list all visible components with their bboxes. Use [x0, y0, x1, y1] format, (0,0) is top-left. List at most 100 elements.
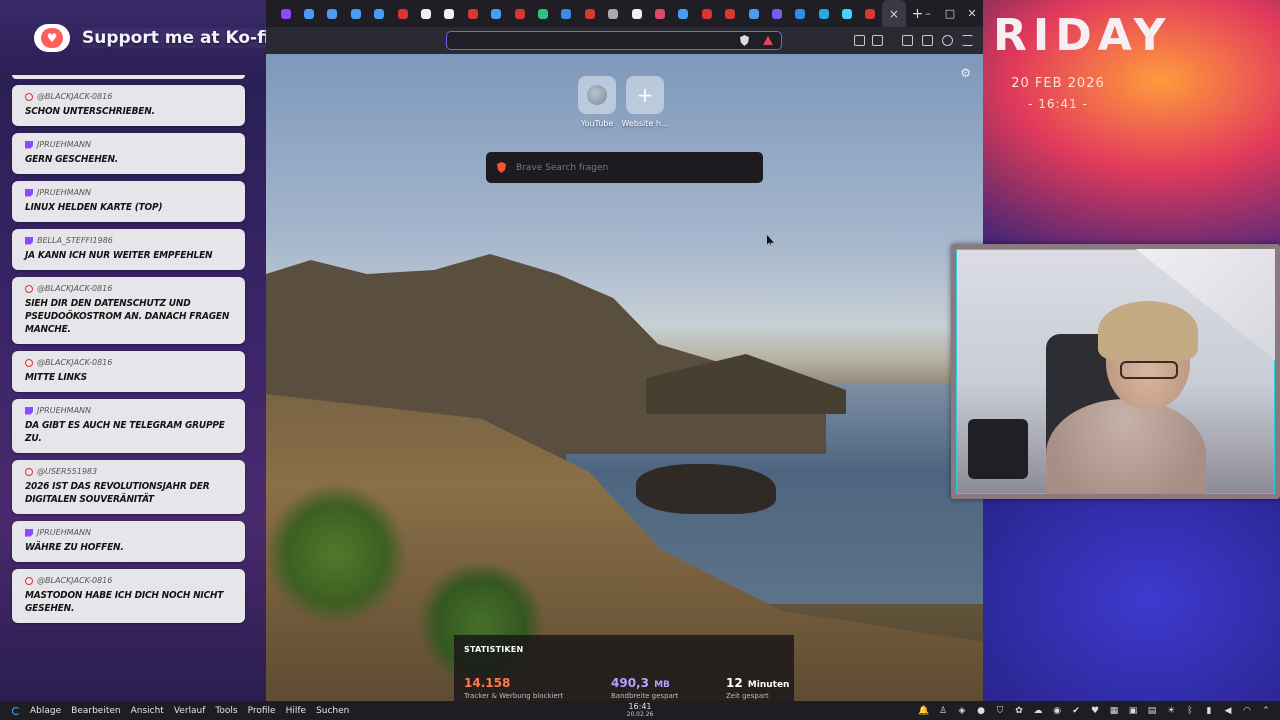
tab-list: ×	[274, 0, 906, 27]
brave-logo-icon	[497, 162, 506, 173]
browser-tab[interactable]	[718, 0, 741, 27]
chat-message-text: Sieh dir den Datenschutz und Pseudoökost…	[25, 298, 230, 335]
maximize-button[interactable]: □	[939, 0, 961, 27]
volume-icon[interactable]: ◀	[1222, 705, 1234, 717]
background-rocks	[636, 464, 776, 514]
minimize-all-icon[interactable]: ⌃	[1260, 705, 1272, 717]
chat-username: @BlackJack-0816	[25, 284, 235, 293]
taskbar: Ablage Bearbeiten Ansicht Verlauf Tools Profi…	[0, 701, 1280, 720]
record-icon[interactable]: ●	[975, 705, 987, 717]
app-icon[interactable]: ◉	[1051, 705, 1063, 717]
address-bar[interactable]	[446, 31, 782, 50]
p-icon	[771, 8, 782, 19]
cloud-icon[interactable]: ☁	[1032, 705, 1044, 717]
bookmark-icon[interactable]	[872, 35, 883, 46]
taskbar-clock[interactable]: 16:41 20.02.26	[620, 702, 660, 718]
browser-tab[interactable]	[742, 0, 765, 27]
gear-icon[interactable]: ⚙	[960, 66, 971, 80]
app-launcher-icon[interactable]	[7, 701, 25, 720]
browser-tab[interactable]	[531, 0, 554, 27]
browser-tab[interactable]	[344, 0, 367, 27]
bell-icon[interactable]: 🔔	[918, 705, 930, 717]
stat-value: 490,3	[611, 676, 649, 690]
sidebar-icon[interactable]	[902, 35, 913, 46]
clock-time: 16:41	[628, 702, 652, 711]
menu-item[interactable]: Hilfe	[281, 706, 311, 716]
mastodon-icon	[725, 8, 736, 19]
day-title: RIDAY	[993, 10, 1172, 61]
box-icon[interactable]: ▣	[1127, 705, 1139, 717]
close-window-button[interactable]: ✕	[961, 0, 983, 27]
chat-username: @BlackJack-0816	[25, 576, 235, 585]
extensions-icon[interactable]	[854, 35, 865, 46]
browser-tab[interactable]	[648, 0, 671, 27]
browser-tab[interactable]	[695, 0, 718, 27]
menu-item[interactable]: Ansicht	[126, 706, 169, 716]
search-box[interactable]: Brave Search fragen	[486, 152, 763, 183]
chat-username: jpruehmann	[25, 140, 235, 149]
wallet-icon[interactable]	[922, 35, 933, 46]
menu-item[interactable]: Verlauf	[169, 706, 211, 716]
network-icon[interactable]: ◈	[956, 705, 968, 717]
browser-tab[interactable]	[485, 0, 508, 27]
browser-tab[interactable]	[297, 0, 320, 27]
browser-tab[interactable]	[672, 0, 695, 27]
browser-tab[interactable]	[555, 0, 578, 27]
wifi-icon[interactable]: ◠	[1241, 705, 1253, 717]
time-label: - 16:41 -	[1028, 97, 1088, 111]
stat-unit: MB	[654, 680, 670, 690]
leo-ai-icon[interactable]	[942, 35, 953, 46]
menu-item[interactable]: Profile	[243, 706, 281, 716]
heart-icon: ♥	[41, 28, 63, 48]
browser-tab[interactable]	[859, 0, 882, 27]
top-site-add-website[interactable]: + Website h...	[621, 76, 669, 128]
chat-message-text: Währe zu hoffen.	[25, 542, 124, 553]
leaf-icon[interactable]: ✿	[1013, 705, 1025, 717]
stat-trackers: 14.158 Tracker & Werbung blockiert	[464, 672, 563, 700]
grid-icon[interactable]: ▦	[1108, 705, 1120, 717]
browser-tab[interactable]	[508, 0, 531, 27]
browser-window: × + – □ ✕ ⚙ YouTube + Website h... Brave…	[266, 0, 983, 701]
tab-close-icon[interactable]: ×	[889, 7, 899, 21]
browser-tab[interactable]	[368, 0, 391, 27]
battery-icon[interactable]: ▮	[1203, 705, 1215, 717]
browser-tab[interactable]	[578, 0, 601, 27]
heart-icon[interactable]: ♥	[1089, 705, 1101, 717]
top-site-youtube[interactable]: YouTube	[578, 76, 616, 128]
window-controls: – □ ✕	[917, 0, 983, 27]
chat-message-text: Mastodon habe ich dich noch nicht gesehe…	[25, 590, 224, 614]
browser-tab[interactable]	[391, 0, 414, 27]
browser-tab[interactable]	[812, 0, 835, 27]
chat-message: @BlackJack-0816 Sieh dir den Datenschutz …	[12, 277, 245, 344]
browser-tab[interactable]	[321, 0, 344, 27]
menu-item[interactable]: Ablage	[25, 706, 66, 716]
plus-icon: +	[626, 76, 664, 114]
bluetooth-icon[interactable]: ᛒ	[1184, 705, 1196, 717]
menu-item[interactable]: Bearbeiten	[66, 706, 125, 716]
browser-tab[interactable]	[461, 0, 484, 27]
user-icon[interactable]: ♙	[937, 705, 949, 717]
chat-message-text: Linux Helden Karte (top)	[25, 202, 163, 213]
clipboard-icon[interactable]: ▤	[1146, 705, 1158, 717]
shield-icon[interactable]: ⛉	[994, 705, 1006, 717]
browser-tab[interactable]	[438, 0, 461, 27]
active-tab[interactable]: ×	[882, 0, 906, 27]
browser-tab[interactable]	[789, 0, 812, 27]
twitch-icon	[25, 140, 33, 149]
browser-tab[interactable]	[414, 0, 437, 27]
mastodon-icon	[25, 284, 33, 293]
refresh-icon	[537, 8, 548, 19]
background-bush	[266, 484, 406, 624]
menu-item[interactable]: Suchen	[311, 706, 354, 716]
chat-username: @BlackJack-0816	[25, 358, 235, 367]
minimize-button[interactable]: –	[917, 0, 939, 27]
browser-tab[interactable]	[274, 0, 297, 27]
browser-tab[interactable]	[625, 0, 648, 27]
brightness-icon[interactable]: ☀	[1165, 705, 1177, 717]
browser-tab[interactable]	[765, 0, 788, 27]
browser-tab[interactable]	[601, 0, 624, 27]
browser-tab[interactable]	[835, 0, 858, 27]
check-shield-icon[interactable]: ✔	[1070, 705, 1082, 717]
menu-icon[interactable]	[962, 35, 973, 46]
menu-item[interactable]: Tools	[210, 706, 242, 716]
